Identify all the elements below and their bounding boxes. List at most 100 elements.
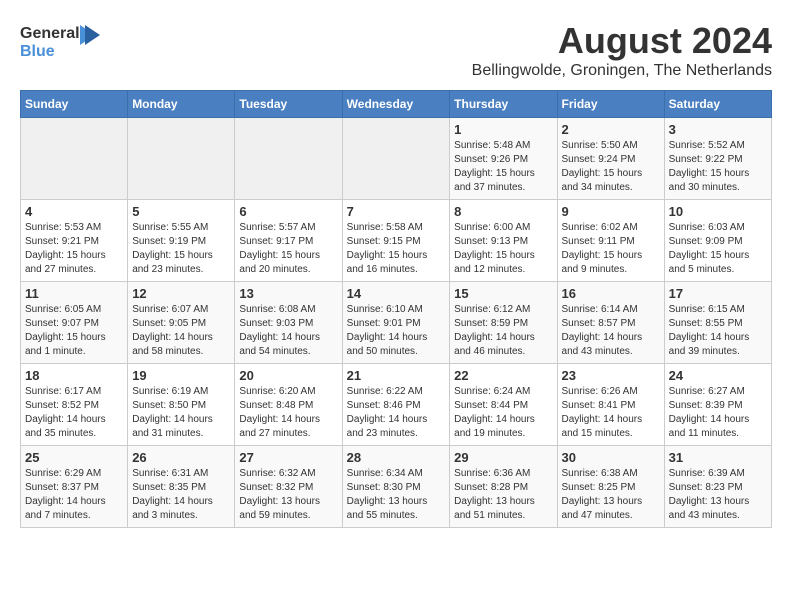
calendar-cell — [342, 118, 450, 200]
weekday-header-monday: Monday — [128, 91, 235, 118]
day-info: Sunrise: 6:29 AMSunset: 8:37 PMDaylight:… — [25, 467, 123, 523]
day-info: Sunrise: 6:03 AMSunset: 9:09 PMDaylight:… — [669, 221, 767, 277]
calendar-cell — [21, 118, 128, 200]
calendar-cell: 20 Sunrise: 6:20 AMSunset: 8:48 PMDayligh… — [235, 364, 342, 446]
weekday-header-row: SundayMondayTuesdayWednesdayThursdayFrid… — [21, 91, 772, 118]
calendar-cell: 18 Sunrise: 6:17 AMSunset: 8:52 PMDayligh… — [21, 364, 128, 446]
day-number: 28 — [347, 450, 446, 465]
day-info: Sunrise: 5:52 AMSunset: 9:22 PMDaylight:… — [669, 139, 767, 195]
day-info: Sunrise: 6:24 AMSunset: 8:44 PMDaylight:… — [454, 385, 552, 441]
calendar-cell — [235, 118, 342, 200]
day-info: Sunrise: 6:17 AMSunset: 8:52 PMDaylight:… — [25, 385, 123, 441]
day-number: 16 — [562, 286, 660, 301]
day-number: 3 — [669, 122, 767, 137]
day-number: 10 — [669, 204, 767, 219]
day-info: Sunrise: 6:32 AMSunset: 8:32 PMDaylight:… — [239, 467, 337, 523]
day-info: Sunrise: 5:58 AMSunset: 9:15 PMDaylight:… — [347, 221, 446, 277]
weekday-header-wednesday: Wednesday — [342, 91, 450, 118]
day-number: 22 — [454, 368, 552, 383]
logo: General Blue — [20, 20, 100, 65]
day-info: Sunrise: 5:55 AMSunset: 9:19 PMDaylight:… — [132, 221, 230, 277]
day-info: Sunrise: 6:38 AMSunset: 8:25 PMDaylight:… — [562, 467, 660, 523]
day-number: 23 — [562, 368, 660, 383]
day-number: 26 — [132, 450, 230, 465]
calendar-cell: 15 Sunrise: 6:12 AMSunset: 8:59 PMDayligh… — [450, 282, 557, 364]
location-subtitle: Bellingwolde, Groningen, The Netherlands — [472, 62, 772, 80]
day-number: 17 — [669, 286, 767, 301]
day-number: 6 — [239, 204, 337, 219]
day-info: Sunrise: 5:50 AMSunset: 9:24 PMDaylight:… — [562, 139, 660, 195]
day-number: 18 — [25, 368, 123, 383]
day-info: Sunrise: 6:34 AMSunset: 8:30 PMDaylight:… — [347, 467, 446, 523]
day-number: 20 — [239, 368, 337, 383]
day-info: Sunrise: 6:20 AMSunset: 8:48 PMDaylight:… — [239, 385, 337, 441]
calendar-cell: 26 Sunrise: 6:31 AMSunset: 8:35 PMDayligh… — [128, 446, 235, 528]
day-number: 13 — [239, 286, 337, 301]
svg-text:Blue: Blue — [20, 43, 55, 60]
day-info: Sunrise: 6:02 AMSunset: 9:11 PMDaylight:… — [562, 221, 660, 277]
day-number: 1 — [454, 122, 552, 137]
calendar-cell: 16 Sunrise: 6:14 AMSunset: 8:57 PMDayligh… — [557, 282, 664, 364]
calendar-cell — [128, 118, 235, 200]
calendar-cell: 22 Sunrise: 6:24 AMSunset: 8:44 PMDayligh… — [450, 364, 557, 446]
day-info: Sunrise: 6:19 AMSunset: 8:50 PMDaylight:… — [132, 385, 230, 441]
day-number: 2 — [562, 122, 660, 137]
day-info: Sunrise: 6:26 AMSunset: 8:41 PMDaylight:… — [562, 385, 660, 441]
calendar-cell: 7 Sunrise: 5:58 AMSunset: 9:15 PMDaylight… — [342, 200, 450, 282]
calendar-cell: 1 Sunrise: 5:48 AMSunset: 9:26 PMDaylight… — [450, 118, 557, 200]
day-number: 27 — [239, 450, 337, 465]
day-number: 31 — [669, 450, 767, 465]
calendar-cell: 27 Sunrise: 6:32 AMSunset: 8:32 PMDayligh… — [235, 446, 342, 528]
calendar-table: SundayMondayTuesdayWednesdayThursdayFrid… — [20, 90, 772, 528]
calendar-cell: 2 Sunrise: 5:50 AMSunset: 9:24 PMDaylight… — [557, 118, 664, 200]
day-number: 25 — [25, 450, 123, 465]
day-info: Sunrise: 6:14 AMSunset: 8:57 PMDaylight:… — [562, 303, 660, 359]
calendar-cell: 24Sunrise: 6:27 AMSunset: 8:39 PMDayligh… — [664, 364, 771, 446]
day-number: 14 — [347, 286, 446, 301]
calendar-cell: 8Sunrise: 6:00 AMSunset: 9:13 PMDaylight… — [450, 200, 557, 282]
day-info: Sunrise: 6:08 AMSunset: 9:03 PMDaylight:… — [239, 303, 337, 359]
day-info: Sunrise: 6:22 AMSunset: 8:46 PMDaylight:… — [347, 385, 446, 441]
calendar-cell: 31 Sunrise: 6:39 AMSunset: 8:23 PMDayligh… — [664, 446, 771, 528]
day-number: 19 — [132, 368, 230, 383]
calendar-cell: 19 Sunrise: 6:19 AMSunset: 8:50 PMDayligh… — [128, 364, 235, 446]
day-info: Sunrise: 6:12 AMSunset: 8:59 PMDaylight:… — [454, 303, 552, 359]
calendar-cell: 6Sunrise: 5:57 AMSunset: 9:17 PMDaylight… — [235, 200, 342, 282]
weekday-header-thursday: Thursday — [450, 91, 557, 118]
day-number: 15 — [454, 286, 552, 301]
calendar-week-4: 18 Sunrise: 6:17 AMSunset: 8:52 PMDayligh… — [21, 364, 772, 446]
day-info: Sunrise: 6:07 AMSunset: 9:05 PMDaylight:… — [132, 303, 230, 359]
weekday-header-friday: Friday — [557, 91, 664, 118]
svg-text:General: General — [20, 25, 80, 42]
calendar-cell: 17 Sunrise: 6:15 AMSunset: 8:55 PMDayligh… — [664, 282, 771, 364]
calendar-cell: 23 Sunrise: 6:26 AMSunset: 8:41 PMDayligh… — [557, 364, 664, 446]
day-number: 7 — [347, 204, 446, 219]
day-number: 12 — [132, 286, 230, 301]
day-info: Sunrise: 5:48 AMSunset: 9:26 PMDaylight:… — [454, 139, 552, 195]
day-info: Sunrise: 6:15 AMSunset: 8:55 PMDaylight:… — [669, 303, 767, 359]
day-info: Sunrise: 6:10 AMSunset: 9:01 PMDaylight:… — [347, 303, 446, 359]
calendar-cell: 25 Sunrise: 6:29 AMSunset: 8:37 PMDayligh… — [21, 446, 128, 528]
calendar-cell: 21Sunrise: 6:22 AMSunset: 8:46 PMDayligh… — [342, 364, 450, 446]
calendar-week-5: 25 Sunrise: 6:29 AMSunset: 8:37 PMDayligh… — [21, 446, 772, 528]
day-info: Sunrise: 6:39 AMSunset: 8:23 PMDaylight:… — [669, 467, 767, 523]
weekday-header-saturday: Saturday — [664, 91, 771, 118]
calendar-cell: 12 Sunrise: 6:07 AMSunset: 9:05 PMDayligh… — [128, 282, 235, 364]
calendar-cell: 4Sunrise: 5:53 AMSunset: 9:21 PMDaylight… — [21, 200, 128, 282]
weekday-header-sunday: Sunday — [21, 91, 128, 118]
calendar-week-1: 1 Sunrise: 5:48 AMSunset: 9:26 PMDaylight… — [21, 118, 772, 200]
day-info: Sunrise: 6:31 AMSunset: 8:35 PMDaylight:… — [132, 467, 230, 523]
month-year-title: August 2024 — [472, 20, 772, 62]
calendar-cell: 11Sunrise: 6:05 AMSunset: 9:07 PMDayligh… — [21, 282, 128, 364]
day-info: Sunrise: 5:53 AMSunset: 9:21 PMDaylight:… — [25, 221, 123, 277]
weekday-header-tuesday: Tuesday — [235, 91, 342, 118]
day-number: 9 — [562, 204, 660, 219]
day-number: 30 — [562, 450, 660, 465]
calendar-cell: 5Sunrise: 5:55 AMSunset: 9:19 PMDaylight… — [128, 200, 235, 282]
calendar-body: 1 Sunrise: 5:48 AMSunset: 9:26 PMDaylight… — [21, 118, 772, 528]
calendar-cell: 13 Sunrise: 6:08 AMSunset: 9:03 PMDayligh… — [235, 282, 342, 364]
header: General Blue August 2024 Bellingwolde, G… — [20, 20, 772, 80]
day-info: Sunrise: 6:36 AMSunset: 8:28 PMDaylight:… — [454, 467, 552, 523]
calendar-cell: 30 Sunrise: 6:38 AMSunset: 8:25 PMDayligh… — [557, 446, 664, 528]
day-number: 24 — [669, 368, 767, 383]
